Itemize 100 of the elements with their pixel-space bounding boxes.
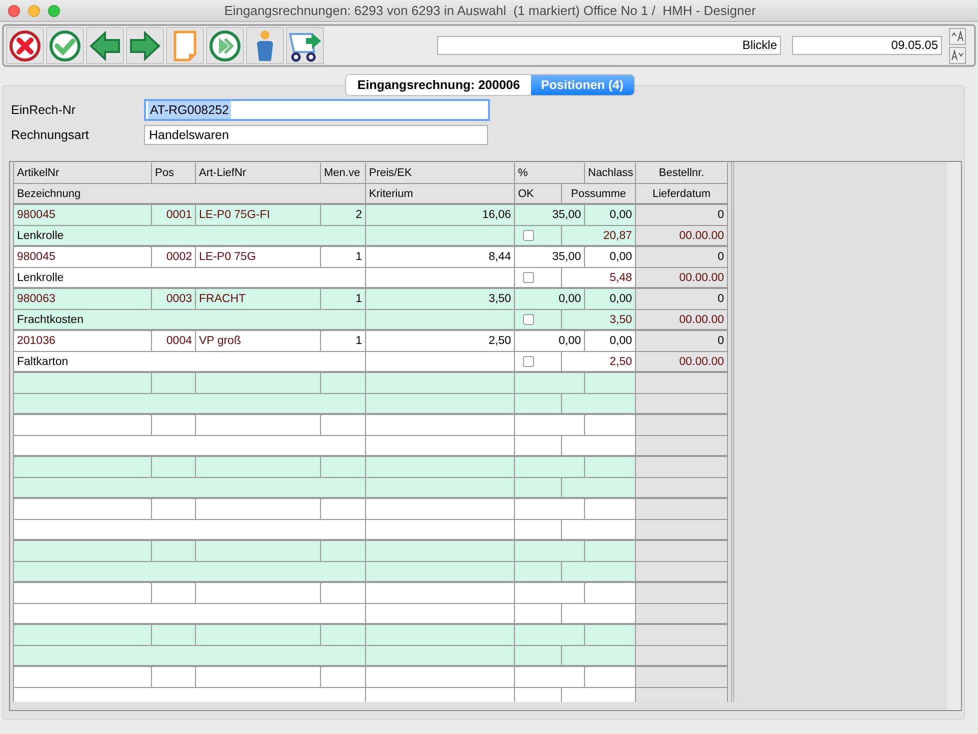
- table-cell: 980045: [14, 205, 152, 226]
- table-cell: [152, 499, 196, 520]
- forward-circle-icon: [209, 30, 241, 62]
- table-cell: [515, 541, 585, 562]
- table-cell: 35,00: [515, 205, 585, 226]
- window-zoom-button[interactable]: [48, 4, 60, 16]
- toolbar-button[interactable]: [6, 27, 44, 64]
- field-label: EinRech-Nr: [11, 102, 77, 119]
- table-cell: [515, 478, 562, 499]
- table-cell: [515, 583, 585, 604]
- table-cell: [321, 667, 366, 688]
- column-header: Bestellnr.: [636, 163, 728, 184]
- toolbar-button[interactable]: [286, 27, 324, 64]
- font-decrease-icon[interactable]: [949, 46, 966, 64]
- table-cell: FRACHT: [196, 289, 321, 310]
- font-increase-icon[interactable]: [949, 28, 966, 44]
- window-close-button[interactable]: [8, 4, 20, 16]
- table-cell: 1: [321, 289, 366, 310]
- table-cell: 201036: [14, 331, 152, 352]
- table-cell: Lenkrolle: [14, 226, 366, 247]
- table-cell: [585, 373, 636, 394]
- input-field[interactable]: Handelswaren: [144, 125, 488, 145]
- table-cell: 1: [321, 331, 366, 352]
- table-cell: [515, 394, 562, 415]
- column-header: Men.ve: [321, 163, 366, 184]
- table-cell: [585, 499, 636, 520]
- table-cell: 0003: [152, 289, 196, 310]
- date-field[interactable]: 09.05.05: [792, 36, 942, 55]
- table-cell: VP groß: [196, 331, 321, 352]
- column-header: ArtikelNr: [14, 163, 152, 184]
- field-label: Rechnungsart: [11, 126, 90, 144]
- table-cell: 980063: [14, 289, 152, 310]
- table-cell: [152, 667, 196, 688]
- table-cell: 2,50: [562, 352, 636, 373]
- table-cell: 0,00: [515, 331, 585, 352]
- table-cell: [585, 583, 636, 604]
- person-icon: [255, 30, 275, 62]
- table-cell: 00.00.00: [636, 226, 728, 247]
- table-cell: 00.00.00: [636, 352, 728, 373]
- user-field[interactable]: Blickle: [437, 36, 781, 55]
- right-arrow-icon: [129, 30, 161, 62]
- table-cell: Frachtkosten: [14, 310, 366, 331]
- table-cell: [321, 373, 366, 394]
- table-cell: 0,00: [585, 331, 636, 352]
- table-cell: 0004: [152, 331, 196, 352]
- table-cell: 0: [636, 205, 728, 226]
- table-cell: 0,00: [585, 289, 636, 310]
- input-field[interactable]: AT-RG008252: [144, 99, 490, 121]
- document-icon: [172, 30, 198, 62]
- table-cell: [321, 457, 366, 478]
- table-cell: 00.00.00: [636, 310, 728, 331]
- column-header: Art-LiefNr: [196, 163, 321, 184]
- scrollbar-track[interactable]: [947, 162, 961, 710]
- left-arrow-icon: [89, 30, 121, 62]
- table-cell: 00.00.00: [636, 268, 728, 289]
- table-cell: [321, 625, 366, 646]
- ok-checkbox[interactable]: [523, 230, 534, 241]
- tab[interactable]: Eingangsrechnung: 200006: [346, 75, 531, 95]
- table-cell: [515, 520, 562, 541]
- ok-checkbox[interactable]: [523, 356, 534, 367]
- column-header: Nachlass: [585, 163, 636, 184]
- column-header: %: [515, 163, 585, 184]
- table-cell: LE-P0 75G: [196, 247, 321, 268]
- table-cell: [321, 415, 366, 436]
- table-cell: Faltkarton: [14, 352, 366, 373]
- table-cell: [321, 541, 366, 562]
- table-cell: [515, 562, 562, 583]
- table-cell: 20,87: [562, 226, 636, 247]
- table-cell: Lenkrolle: [14, 268, 366, 289]
- table-cell: [515, 415, 585, 436]
- table-cell: 0001: [152, 205, 196, 226]
- table-cell: 8,44: [366, 247, 515, 268]
- ok-checkbox[interactable]: [523, 314, 534, 325]
- ok-checkbox[interactable]: [523, 272, 534, 283]
- table-cell: [585, 541, 636, 562]
- table-cell: [585, 457, 636, 478]
- table-cell: 16,06: [366, 205, 515, 226]
- table-cell: [515, 667, 585, 688]
- table-cell: [515, 625, 585, 646]
- table-cell: [515, 646, 562, 667]
- table-cell: 3,50: [562, 310, 636, 331]
- table-cell: [152, 625, 196, 646]
- table-cell: [585, 625, 636, 646]
- table-cell: 2: [321, 205, 366, 226]
- column-header: Preis/EK: [366, 163, 515, 184]
- table-cell: [585, 667, 636, 688]
- window-minimize-button[interactable]: [28, 4, 40, 16]
- table-cell: 3,50: [366, 289, 515, 310]
- table-cell: 0,00: [585, 247, 636, 268]
- table-cell: LE-P0 75G-FI: [196, 205, 321, 226]
- table-cell: [321, 583, 366, 604]
- table-cell: [515, 604, 562, 625]
- table-cell: [321, 499, 366, 520]
- table-cell: 35,00: [515, 247, 585, 268]
- table-cell: [152, 415, 196, 436]
- checkmark-icon: [49, 30, 81, 62]
- table-cell: 1: [321, 247, 366, 268]
- window-title: Eingangsrechnungen: 6293 von 6293 in Auswahl (1 markiert) Office No 1 / HMH - Designer: [223, 2, 757, 20]
- table-cell: 0002: [152, 247, 196, 268]
- table-cell: [152, 583, 196, 604]
